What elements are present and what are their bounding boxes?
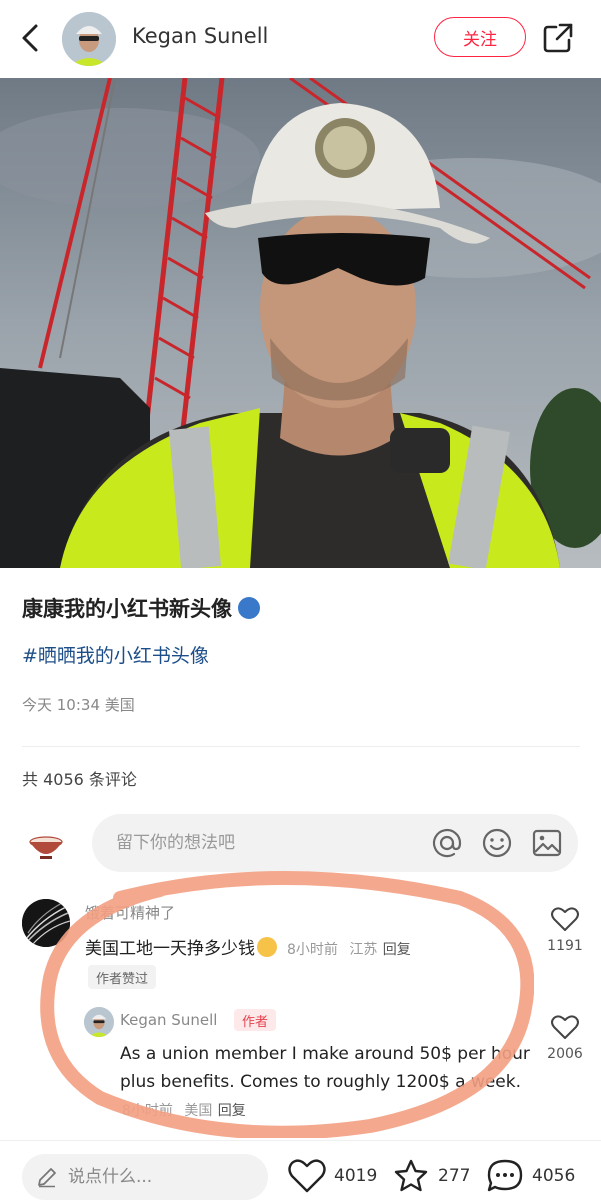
say-something-input[interactable]	[22, 1154, 268, 1200]
comment-action[interactable]: 4056	[486, 1158, 575, 1194]
heart-icon[interactable]	[288, 1158, 326, 1194]
share-icon[interactable]	[540, 20, 576, 56]
collect-action[interactable]: 277	[392, 1158, 470, 1194]
speaking-head-emoji-icon	[238, 597, 260, 619]
like-action[interactable]: 4019	[288, 1158, 377, 1194]
heart-icon[interactable]	[551, 1014, 579, 1040]
image-icon[interactable]	[530, 826, 564, 860]
post-photo[interactable]	[0, 78, 601, 568]
author-name[interactable]: Kegan Sunell	[132, 24, 268, 48]
star-icon[interactable]	[392, 1158, 430, 1194]
pencil-icon	[38, 1168, 56, 1188]
comment-like-count: 1191	[547, 938, 583, 954]
star-count: 277	[438, 1166, 471, 1186]
like-count: 4019	[334, 1166, 378, 1186]
author-avatar[interactable]	[62, 12, 116, 66]
post-meta: 今天 10:34 美国	[22, 696, 135, 714]
divider	[22, 746, 580, 747]
post-title: 康康我的小红书新头像	[22, 593, 260, 623]
heart-icon[interactable]	[551, 906, 579, 932]
reply-like[interactable]: 2006	[545, 1014, 585, 1062]
circle-annotation	[40, 871, 534, 1138]
top-nav-bar: Kegan Sunell 关注	[0, 0, 601, 78]
my-avatar-bowl-icon	[26, 826, 66, 866]
comment-count: 共 4056 条评论	[22, 770, 137, 789]
mention-icon[interactable]	[430, 826, 464, 860]
hashtag-link[interactable]: #晒晒我的小红书头像	[22, 641, 209, 668]
follow-button[interactable]: 关注	[434, 17, 526, 57]
comment-like[interactable]: 1191	[545, 906, 585, 954]
comment-bubble-icon[interactable]	[486, 1158, 524, 1194]
comment-count-bottom: 4056	[532, 1166, 576, 1186]
post-title-text: 康康我的小红书新头像	[22, 597, 232, 621]
back-arrow-icon[interactable]	[14, 20, 50, 56]
emoji-icon[interactable]	[480, 826, 514, 860]
reply-like-count: 2006	[547, 1046, 583, 1062]
